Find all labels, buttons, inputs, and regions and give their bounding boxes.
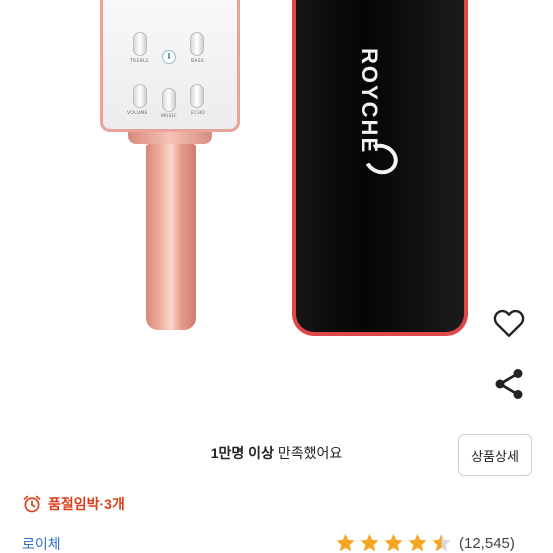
alarm-clock-icon bbox=[23, 495, 41, 513]
product-image[interactable]: TREBLE BASS VOLUME ECHO MUSIC ROYCHE bbox=[0, 0, 553, 430]
star-icon bbox=[336, 533, 355, 552]
review-count: (12,545) bbox=[459, 534, 515, 552]
mic-music-button bbox=[162, 88, 176, 112]
mic-treble-button bbox=[133, 32, 147, 56]
mic-label-echo: ECHO bbox=[191, 111, 206, 116]
mic-label-bass: BASS bbox=[191, 59, 205, 64]
stock-warning: 품절임박·3개 bbox=[22, 494, 125, 514]
star-icon bbox=[408, 533, 427, 552]
share-icon bbox=[495, 369, 523, 399]
product-detail-button[interactable]: 상품상세 bbox=[458, 434, 532, 476]
stock-text: 품절임박·3개 bbox=[48, 496, 125, 512]
satisfaction-count: 1만명 이상 bbox=[210, 445, 274, 461]
share-button[interactable] bbox=[491, 366, 527, 402]
rating-summary[interactable]: (12,545) bbox=[334, 532, 515, 553]
mic-handle bbox=[146, 144, 196, 330]
star-icon bbox=[360, 533, 379, 552]
mic-echo-button bbox=[190, 84, 204, 108]
case-brand-logo: ROYCHE bbox=[357, 48, 382, 155]
carrying-case: ROYCHE bbox=[292, 0, 468, 336]
mic-label-volume: VOLUME bbox=[127, 111, 148, 116]
mic-label-treble: TREBLE bbox=[130, 59, 149, 64]
mic-neck bbox=[128, 132, 212, 144]
seller-link[interactable]: 로이체 bbox=[22, 534, 61, 553]
wishlist-button[interactable] bbox=[490, 305, 528, 341]
mic-volume-button bbox=[133, 84, 147, 108]
mic-power-icon bbox=[162, 50, 176, 64]
star-half-icon bbox=[432, 533, 451, 552]
star-icon bbox=[384, 533, 403, 552]
mic-label-music: MUSIC bbox=[161, 114, 178, 119]
mic-bass-button bbox=[190, 32, 204, 56]
satisfaction-suffix: 만족했어요 bbox=[273, 445, 343, 461]
heart-outline-icon bbox=[493, 309, 525, 337]
mic-control-panel bbox=[100, 0, 240, 132]
